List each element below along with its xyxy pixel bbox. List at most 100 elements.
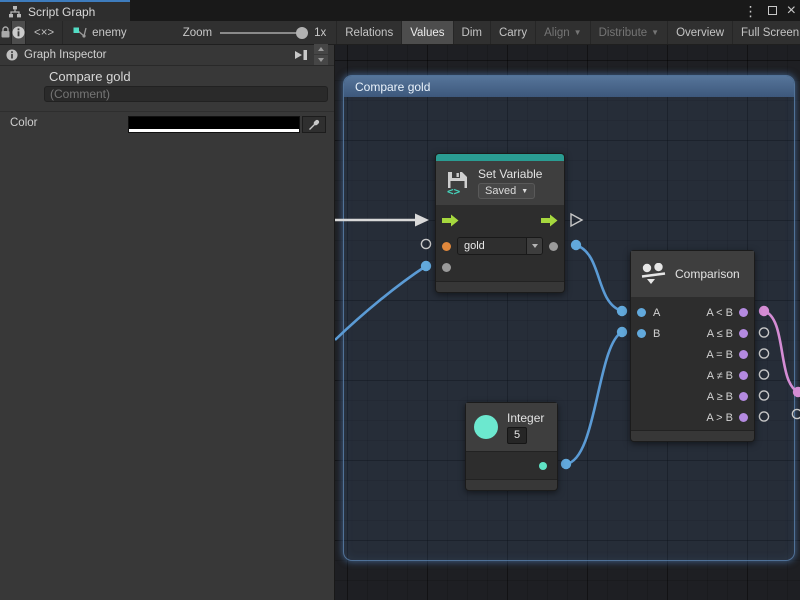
- fullscreen-label: Full Screen: [741, 27, 799, 39]
- inspector-spinner: [314, 44, 328, 66]
- spinner-up-button[interactable]: [314, 44, 328, 54]
- input-b-port[interactable]: [637, 329, 646, 338]
- output-a-less-b-port[interactable]: [739, 308, 748, 317]
- comparison-header[interactable]: Comparison: [631, 251, 754, 297]
- info-icon: [6, 49, 18, 61]
- port-row: A A < B: [631, 302, 754, 323]
- fullscreen-button[interactable]: Full Screen: [733, 21, 800, 44]
- variable-port[interactable]: [442, 242, 451, 251]
- triangle-down-icon: [318, 58, 324, 62]
- unity-visual-scripting-window: Script Graph ⋮ × <×>: [0, 0, 800, 600]
- values-button[interactable]: Values: [402, 21, 453, 44]
- comparison-body: A A < B B A ≤ B A = B A ≠ B A ≥ B: [631, 297, 754, 428]
- svg-text:<>: <>: [447, 185, 461, 196]
- align-dropdown[interactable]: Align ▼: [536, 21, 591, 44]
- inspector-title: Graph Inspector: [24, 49, 106, 61]
- tab-bar: Script Graph ⋮ ×: [0, 0, 800, 21]
- variable-name-value: gold: [458, 238, 526, 254]
- node-footer: [436, 281, 564, 292]
- flow-out-arrow-icon[interactable]: [541, 214, 558, 227]
- port-row: A ≥ B: [631, 386, 754, 407]
- spinner-down-button[interactable]: [314, 55, 328, 65]
- zoom-control: Zoom 1x: [137, 21, 338, 44]
- input-a-port[interactable]: [637, 308, 646, 317]
- set-variable-header[interactable]: <> Set Variable Saved ▼: [436, 161, 564, 205]
- integer-value-field[interactable]: 5: [507, 427, 527, 444]
- save-variable-icon: <>: [446, 170, 470, 196]
- ports-button[interactable]: <×>: [26, 21, 63, 44]
- chevron-down-icon: ▼: [521, 188, 528, 195]
- tab-script-graph[interactable]: Script Graph: [0, 0, 130, 21]
- chevron-down-icon: ▼: [651, 28, 659, 37]
- dim-button[interactable]: Dim: [454, 21, 491, 44]
- zoom-value: 1x: [314, 27, 326, 39]
- node-title: Integer: [507, 411, 544, 425]
- graph-node-icon: [73, 27, 87, 39]
- divider: [0, 111, 334, 112]
- value-in-port[interactable]: [442, 263, 451, 272]
- output-label: A ≠ B: [707, 370, 733, 382]
- inspector-toggle-button[interactable]: [12, 21, 26, 44]
- output-label: A > B: [706, 412, 733, 424]
- flow-in-arrow-icon[interactable]: [442, 214, 459, 227]
- scope-label: Saved: [485, 185, 516, 197]
- window-menu-icon[interactable]: ⋮: [744, 4, 758, 18]
- dock-panel-icon[interactable]: [294, 49, 308, 61]
- distribute-dropdown[interactable]: Distribute▼: [591, 21, 669, 44]
- comment-input[interactable]: [44, 86, 328, 102]
- dropdown-button[interactable]: [526, 238, 542, 254]
- carry-button[interactable]: Carry: [491, 21, 536, 44]
- eyedropper-button[interactable]: [302, 116, 326, 133]
- flow-row: [436, 205, 564, 235]
- window-controls: ⋮ ×: [744, 0, 796, 21]
- zoom-slider-track: [220, 32, 306, 34]
- group-title: Compare gold: [355, 80, 430, 94]
- graph-title-text: Compare gold: [49, 69, 131, 84]
- variable-name-row: gold: [436, 235, 564, 257]
- overview-label: Overview: [676, 27, 724, 39]
- node-title: Comparison: [675, 267, 740, 281]
- node-comparison[interactable]: Comparison A A < B B A ≤ B A = B: [630, 250, 755, 442]
- variable-name-dropdown[interactable]: gold: [457, 237, 543, 255]
- variable-scope-dropdown[interactable]: Saved ▼: [478, 183, 535, 199]
- color-field-label: Color: [10, 117, 37, 129]
- graph-inspector-panel: Graph Inspector Compare gold Color: [0, 45, 335, 600]
- group-header[interactable]: Compare gold: [344, 76, 794, 97]
- carry-label: Carry: [499, 27, 527, 39]
- graph-canvas[interactable]: Compare gold: [335, 45, 800, 600]
- tab-label: Script Graph: [28, 5, 95, 19]
- relations-label: Relations: [345, 27, 393, 39]
- inspector-header: Graph Inspector: [0, 45, 334, 66]
- comparison-scales-icon: [641, 263, 667, 285]
- integer-header[interactable]: Integer 5: [466, 403, 557, 451]
- zoom-slider-handle[interactable]: [296, 27, 308, 39]
- overview-button[interactable]: Overview: [668, 21, 733, 44]
- output-a-eq-b-port[interactable]: [739, 350, 748, 359]
- close-icon[interactable]: ×: [787, 3, 796, 19]
- output-a-lte-b-port[interactable]: [739, 329, 748, 338]
- node-set-variable[interactable]: <> Set Variable Saved ▼: [435, 153, 565, 293]
- node-footer: [466, 479, 557, 490]
- align-label: Align: [544, 27, 570, 39]
- output-label: A ≥ B: [707, 391, 733, 403]
- value-in-row: [436, 257, 564, 278]
- output-a-gt-b-port[interactable]: [739, 413, 748, 422]
- value-out-port[interactable]: [549, 242, 558, 251]
- distribute-label: Distribute: [599, 27, 648, 39]
- color-swatch[interactable]: [128, 116, 300, 133]
- zoom-slider[interactable]: [220, 27, 306, 39]
- output-label: A = B: [706, 349, 733, 361]
- integer-output-port[interactable]: [539, 462, 547, 470]
- graph-breadcrumb[interactable]: enemy: [63, 21, 137, 44]
- output-a-neq-b-port[interactable]: [739, 371, 748, 380]
- output-a-gte-b-port[interactable]: [739, 392, 748, 401]
- alpha-bar: [129, 129, 299, 132]
- relations-button[interactable]: Relations: [337, 21, 402, 44]
- lock-button[interactable]: [0, 21, 12, 44]
- chevron-down-icon: ▼: [574, 28, 582, 37]
- node-title: Set Variable: [478, 167, 542, 181]
- triangle-down-icon: [532, 244, 538, 248]
- port-row: A = B: [631, 344, 754, 365]
- maximize-icon[interactable]: [768, 6, 777, 15]
- node-integer[interactable]: Integer 5: [465, 402, 558, 491]
